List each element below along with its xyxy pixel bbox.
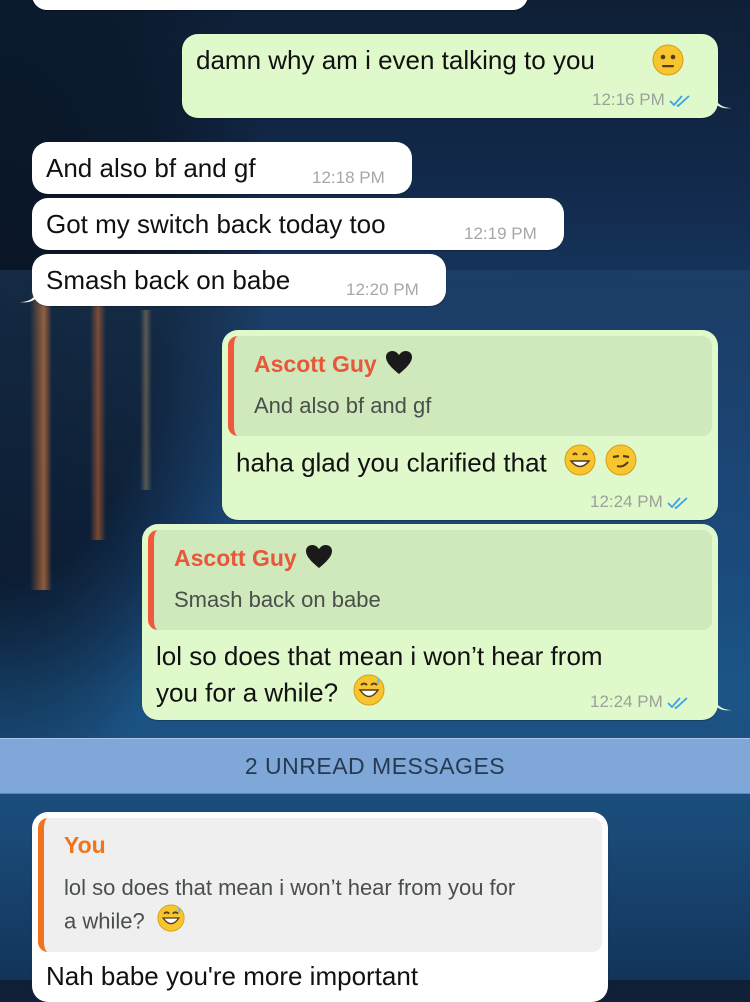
black-heart-icon [305, 544, 333, 576]
neutral-face-emoji-icon [652, 44, 684, 81]
message-text: haha glad you clarified that [236, 444, 637, 485]
smirking-face-emoji-icon [605, 444, 637, 485]
message-time: 12:24 PM [590, 492, 689, 512]
message-time: 12:24 PM [590, 692, 689, 712]
reply-quote[interactable]: Ascott Guy And also bf and gf [228, 336, 712, 436]
message-bubble-partial[interactable] [32, 0, 528, 10]
message-text: Nah babe you're more important [46, 961, 419, 991]
message-text: Got my switch back today too [46, 209, 386, 239]
message-time: 12:19 PM [464, 224, 537, 243]
black-heart-icon [385, 350, 413, 382]
reply-author: Ascott Guy [174, 544, 333, 576]
reply-quote[interactable]: You lol so does that mean i won’t hear f… [38, 818, 602, 952]
double-check-icon [669, 94, 690, 107]
reply-author: You [64, 832, 106, 858]
grinning-face-emoji-icon [564, 444, 596, 485]
double-check-icon [667, 696, 688, 709]
message-text: Smash back on babe [46, 265, 291, 295]
bubble-tail [714, 698, 732, 711]
reply-text-line: lol so does that mean i won’t hear from … [64, 875, 516, 900]
message-text: damn why am i even talking to you [196, 45, 595, 75]
reply-author: Ascott Guy [254, 350, 413, 382]
reply-text: And also bf and gf [254, 393, 432, 418]
message-bubble-outgoing[interactable]: Ascott Guy And also bf and gf haha glad … [222, 330, 718, 520]
message-bubble-incoming[interactable]: Got my switch back today too 12:19 PM [32, 198, 564, 250]
message-time: 12:16 PM [592, 90, 691, 110]
message-bubble-incoming[interactable]: Smash back on babe 12:20 PM [32, 254, 446, 306]
grinning-sweat-emoji-icon [157, 904, 185, 941]
unread-messages-banner: 2 UNREAD MESSAGES [0, 738, 750, 794]
message-bubble-incoming[interactable]: You lol so does that mean i won’t hear f… [32, 812, 608, 1002]
reply-text-line: a while? [64, 904, 185, 941]
reply-quote[interactable]: Ascott Guy Smash back on babe [148, 530, 712, 630]
message-text-line: you for a while? [156, 674, 385, 715]
reply-text: Smash back on babe [174, 587, 381, 612]
message-bubble-incoming[interactable]: And also bf and gf 12:18 PM [32, 142, 412, 194]
message-text: And also bf and gf [46, 153, 256, 183]
message-time: 12:18 PM [312, 168, 385, 187]
bubble-tail [714, 96, 732, 109]
message-bubble-outgoing[interactable]: damn why am i even talking to you 12:16 … [182, 34, 718, 118]
message-text-line: lol so does that mean i won’t hear from [156, 641, 603, 671]
grinning-sweat-emoji-icon [353, 674, 385, 715]
bubble-tail [20, 290, 38, 303]
message-bubble-outgoing[interactable]: Ascott Guy Smash back on babe lol so doe… [142, 524, 718, 720]
message-time: 12:20 PM [346, 280, 419, 299]
double-check-icon [667, 496, 688, 509]
